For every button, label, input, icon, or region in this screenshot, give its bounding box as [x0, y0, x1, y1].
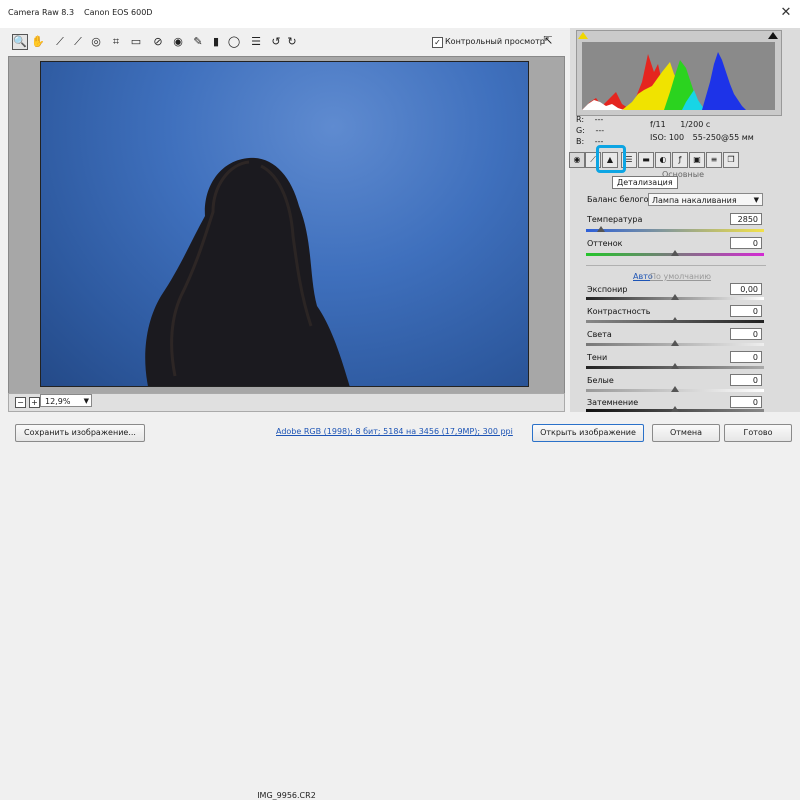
- tab-presets-icon[interactable]: ≡: [706, 152, 722, 168]
- tab-split-toning-icon[interactable]: ▬: [638, 152, 654, 168]
- tint-thumb[interactable]: [671, 250, 679, 256]
- title-bar: Camera Raw 8.3 Canon EOS 600D: [0, 0, 800, 28]
- tab-snapshots-icon[interactable]: ❐: [723, 152, 739, 168]
- rotate-ccw-icon[interactable]: ↺: [268, 34, 284, 50]
- g-value: ---: [595, 126, 605, 135]
- preferences-icon[interactable]: ☰: [248, 34, 264, 50]
- straighten-tool-icon[interactable]: ▭: [128, 34, 144, 50]
- tint-label: Оттенок: [587, 239, 623, 248]
- person-silhouette: [145, 157, 350, 386]
- rgb-readout: R: --- G: --- B: ---: [576, 114, 604, 147]
- histogram-graph: [582, 52, 746, 110]
- highlight-clipping-icon[interactable]: [768, 32, 778, 39]
- histogram-plot: [582, 42, 775, 110]
- exposure-label: Экспонир: [587, 285, 628, 294]
- preview-checkbox[interactable]: ✓: [432, 37, 443, 48]
- shadow-clipping-icon[interactable]: [578, 32, 588, 39]
- color-sampler-icon[interactable]: ⟋: [70, 34, 86, 50]
- contrast-thumb[interactable]: [671, 317, 679, 323]
- white-balance-tool-icon[interactable]: ⟋: [52, 34, 68, 50]
- cancel-button[interactable]: Отмена: [652, 424, 720, 442]
- temperature-thumb[interactable]: [597, 226, 605, 232]
- zoom-select[interactable]: 12,9% ▼: [40, 394, 92, 407]
- panel-title: Основные: [661, 170, 704, 179]
- chevron-down-icon: ▼: [83, 397, 89, 405]
- red-eye-icon[interactable]: ◉: [170, 34, 186, 50]
- whites-label: Белые: [587, 376, 614, 385]
- tint-field[interactable]: 0: [730, 237, 762, 249]
- tab-basic-icon[interactable]: ◉: [569, 152, 585, 168]
- contrast-field[interactable]: 0: [730, 305, 762, 317]
- b-label: B:: [576, 137, 585, 146]
- fullscreen-icon[interactable]: ⇱: [541, 34, 555, 48]
- g-label: G:: [576, 126, 585, 135]
- save-image-button[interactable]: Сохранить изображение...: [15, 424, 145, 442]
- r-value: ---: [594, 115, 604, 124]
- tab-camera-calibration-icon[interactable]: ▣: [689, 152, 705, 168]
- blacks-label: Затемнение: [587, 398, 639, 407]
- tab-lens-icon[interactable]: ◐: [655, 152, 671, 168]
- r-label: R:: [576, 115, 585, 124]
- preview-label: Контрольный просмотр: [445, 37, 545, 46]
- highlights-field[interactable]: 0: [730, 328, 762, 340]
- shutter: 1/200 с: [680, 120, 711, 129]
- wb-value: Лампа накаливания: [652, 196, 737, 205]
- whites-thumb[interactable]: [671, 386, 679, 392]
- shadows-label: Тени: [587, 353, 608, 362]
- zoom-value: 12,9%: [45, 397, 71, 406]
- rotate-cw-icon[interactable]: ↻: [284, 34, 300, 50]
- divider: [586, 265, 766, 266]
- done-button[interactable]: Готово: [724, 424, 792, 442]
- graduated-filter-icon[interactable]: ▮: [208, 34, 224, 50]
- zoom-tool-icon[interactable]: 🔍: [12, 34, 28, 50]
- zoom-in-button[interactable]: +: [29, 397, 40, 408]
- chevron-down-icon: ▼: [753, 196, 759, 204]
- detail-tab-highlight: [596, 145, 626, 173]
- temperature-label: Температура: [587, 215, 643, 224]
- exposure-thumb[interactable]: [671, 294, 679, 300]
- app-title: Camera Raw 8.3: [8, 8, 75, 17]
- hand-tool-icon[interactable]: ✋: [30, 34, 46, 50]
- adjustment-brush-icon[interactable]: ✎: [190, 34, 206, 50]
- workflow-options-link[interactable]: Adobe RGB (1998); 8 бит; 5184 на 3456 (1…: [276, 427, 513, 436]
- zoom-out-button[interactable]: −: [15, 397, 26, 408]
- radial-filter-icon[interactable]: ◯: [226, 34, 242, 50]
- temperature-slider[interactable]: [586, 229, 764, 232]
- filename: IMG_9956.CR2: [257, 791, 316, 800]
- tab-effects-icon[interactable]: ƒ: [672, 152, 688, 168]
- exposure-field[interactable]: 0,00: [730, 283, 762, 295]
- aperture: f/11: [650, 120, 666, 129]
- exif-info: f/11 1/200 с ISO: 100 55-250@55 мм: [650, 118, 754, 144]
- shadows-field[interactable]: 0: [730, 351, 762, 363]
- contrast-label: Контрастность: [587, 307, 651, 316]
- camera-model: Canon EOS 600D: [84, 8, 153, 17]
- crop-tool-icon[interactable]: ⌗: [108, 34, 124, 50]
- highlights-thumb[interactable]: [671, 340, 679, 346]
- targeted-adjustment-icon[interactable]: ◎: [88, 34, 104, 50]
- spot-removal-icon[interactable]: ⊘: [150, 34, 166, 50]
- close-icon[interactable]: ✕: [778, 5, 794, 21]
- lens: 55-250@55 мм: [692, 133, 754, 142]
- open-image-button[interactable]: Открыть изображение: [532, 424, 644, 442]
- iso: ISO: 100: [650, 133, 685, 142]
- photo-preview: [40, 61, 529, 387]
- whites-field[interactable]: 0: [730, 374, 762, 386]
- default-link[interactable]: По умолчанию: [650, 272, 711, 281]
- blacks-field[interactable]: 0: [730, 396, 762, 408]
- temperature-field[interactable]: 2850: [730, 213, 762, 225]
- shadows-thumb[interactable]: [671, 363, 679, 369]
- white-balance-select[interactable]: Лампа накаливания ▼: [648, 193, 763, 206]
- highlights-label: Света: [587, 330, 612, 339]
- wb-label: Баланс белого:: [587, 195, 652, 204]
